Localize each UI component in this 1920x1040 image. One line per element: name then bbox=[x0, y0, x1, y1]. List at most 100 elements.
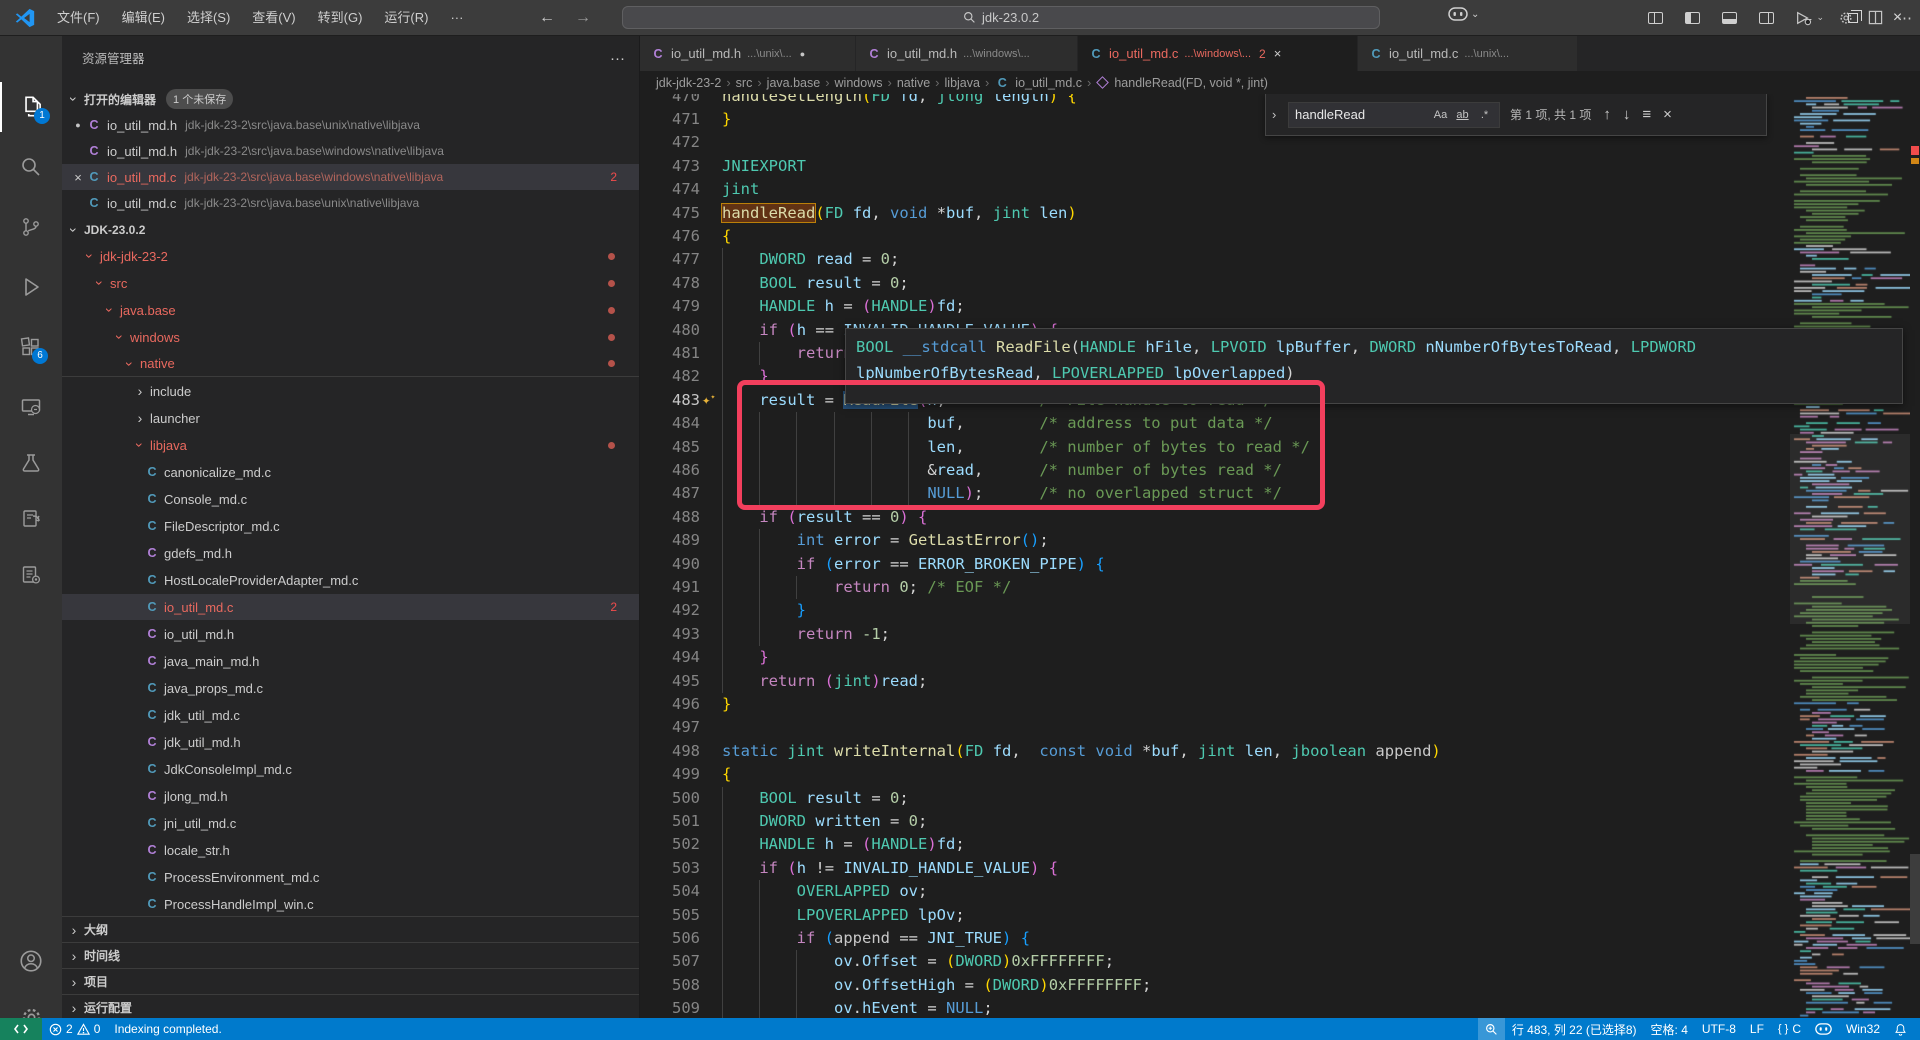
toggle-secondary-sidebar-icon[interactable] bbox=[1759, 12, 1774, 24]
split-editor-icon[interactable] bbox=[1868, 10, 1883, 25]
open-editors-header[interactable]: ›打开的编辑器1 个未保存 bbox=[62, 86, 639, 112]
tree-file-gdefs_md.h[interactable]: Cgdefs_md.h bbox=[62, 540, 639, 566]
activity-item-explorer[interactable]: 1 bbox=[0, 82, 62, 132]
tab-io_util_md.h[interactable]: Cio_util_md.h...\unix\...● bbox=[640, 36, 856, 71]
find-input[interactable]: handleRead Aaab.* bbox=[1288, 102, 1500, 128]
tree-folder-libjava[interactable]: ›libjava bbox=[62, 432, 639, 458]
activity-item-testing[interactable] bbox=[0, 438, 62, 488]
nav-back-icon[interactable]: ← bbox=[532, 0, 562, 35]
tree-file-ProcessEnvironment_md.c[interactable]: CProcessEnvironment_md.c bbox=[62, 864, 639, 890]
activity-item-run-and-debug[interactable] bbox=[0, 262, 62, 312]
tab-io_util_md.c[interactable]: Cio_util_md.c...\windows\...2× bbox=[1078, 36, 1358, 71]
regex-icon[interactable]: .* bbox=[1474, 105, 1495, 125]
section-项目[interactable]: ›项目 bbox=[62, 968, 639, 994]
breadcrumb[interactable]: jdk-jdk-23-2›src›java.base›windows›nativ… bbox=[640, 71, 1920, 94]
copilot-status[interactable] bbox=[1808, 1018, 1839, 1040]
tree-folder-java.base[interactable]: ›java.base bbox=[62, 297, 639, 323]
tree-file-jdk_util_md.h[interactable]: Cjdk_util_md.h bbox=[62, 729, 639, 755]
menu-item-V[interactable]: 查看(V) bbox=[241, 5, 306, 31]
remote-indicator[interactable] bbox=[0, 1018, 42, 1040]
breadcrumb-item[interactable]: libjava bbox=[945, 76, 980, 90]
section-运行配置[interactable]: ›运行配置 bbox=[62, 994, 639, 1018]
activity-item-account[interactable] bbox=[0, 936, 62, 986]
menu-item-F[interactable]: 文件(F) bbox=[46, 5, 111, 31]
copilot-sparkle-icon[interactable]: ✦✦ bbox=[702, 390, 715, 408]
platform[interactable]: Win32 bbox=[1839, 1018, 1887, 1040]
tree-file-jni_util_md.c[interactable]: Cjni_util_md.c bbox=[62, 810, 639, 836]
workspace-header[interactable]: ›JDK-23.0.2 bbox=[62, 217, 639, 243]
menu-item-R[interactable]: 运行(R) bbox=[373, 5, 439, 31]
open-editor-item[interactable]: ×Cio_util_md.cjdk-jdk-23-2\src\java.base… bbox=[62, 164, 639, 190]
tree-file-jlong_md.h[interactable]: Cjlong_md.h bbox=[62, 783, 639, 809]
tree-file-ProcessHandleImpl_win.c[interactable]: CProcessHandleImpl_win.c bbox=[62, 891, 639, 917]
activity-item-source-control[interactable] bbox=[0, 202, 62, 252]
section-大纲[interactable]: ›大纲 bbox=[62, 916, 639, 942]
tree-file-HostLocaleProviderAdapter_md.c[interactable]: CHostLocaleProviderAdapter_md.c bbox=[62, 567, 639, 593]
activity-item-search[interactable] bbox=[0, 142, 62, 192]
nav-forward-icon[interactable]: → bbox=[568, 0, 598, 35]
tree-folder-jdk-jdk-23-2[interactable]: ›jdk-jdk-23-2 bbox=[62, 243, 639, 269]
tree-file-jdk_util_md.c[interactable]: Cjdk_util_md.c bbox=[62, 702, 639, 728]
tree-file-JdkConsoleImpl_md.c[interactable]: CJdkConsoleImpl_md.c bbox=[62, 756, 639, 782]
minimap-slider[interactable] bbox=[1790, 434, 1910, 624]
tree-folder-launcher[interactable]: ›launcher bbox=[62, 405, 639, 431]
breadcrumb-item[interactable]: src bbox=[736, 76, 753, 90]
tab-io_util_md.h[interactable]: Cio_util_md.h...\windows\... bbox=[856, 36, 1078, 71]
chevron-down-icon[interactable]: ⌄ bbox=[1816, 12, 1824, 23]
close-icon[interactable]: × bbox=[70, 170, 86, 185]
command-center-search[interactable]: jdk-23.0.2 bbox=[622, 6, 1380, 29]
find-close-icon[interactable]: × bbox=[1663, 106, 1672, 123]
tree-file-FileDescriptor_md.c[interactable]: CFileDescriptor_md.c bbox=[62, 513, 639, 539]
breadcrumb-item[interactable]: jdk-jdk-23-2 bbox=[656, 76, 721, 90]
tree-folder-src[interactable]: ›src bbox=[62, 270, 639, 296]
settings-gear-icon[interactable] bbox=[1838, 10, 1854, 26]
indentation[interactable]: 空格: 4 bbox=[1644, 1018, 1695, 1040]
problems-status[interactable]: 2 0 bbox=[42, 1018, 107, 1040]
tree-folder-include[interactable]: ›include bbox=[62, 378, 639, 404]
breadcrumb-item[interactable]: windows bbox=[835, 76, 883, 90]
customize-layout-icon[interactable] bbox=[1648, 12, 1663, 24]
find-previous-icon[interactable]: ↑ bbox=[1603, 106, 1611, 123]
eol[interactable]: LF bbox=[1743, 1018, 1771, 1040]
menu-item-[interactable]: ··· bbox=[439, 5, 474, 31]
open-editor-item[interactable]: Cio_util_md.hjdk-jdk-23-2\src\java.base\… bbox=[62, 138, 639, 164]
activity-item-remote-explorer[interactable] bbox=[0, 382, 62, 432]
breadcrumb-item[interactable]: java.base bbox=[767, 76, 821, 90]
tree-file-Console_md.c[interactable]: CConsole_md.c bbox=[62, 486, 639, 512]
menu-item-G[interactable]: 转到(G) bbox=[307, 5, 374, 31]
tree-file-java_main_md.h[interactable]: Cjava_main_md.h bbox=[62, 648, 639, 674]
open-editor-item[interactable]: Cio_util_md.cjdk-jdk-23-2\src\java.base\… bbox=[62, 190, 639, 216]
breadcrumb-symbol[interactable]: handleRead(FD, void *, jint) bbox=[1114, 76, 1268, 90]
encoding[interactable]: UTF-8 bbox=[1695, 1018, 1743, 1040]
breadcrumb-item[interactable]: native bbox=[897, 76, 930, 90]
scrollbar-thumb[interactable] bbox=[1910, 854, 1920, 944]
open-editor-item[interactable]: ●Cio_util_md.hjdk-jdk-23-2\src\java.base… bbox=[62, 112, 639, 138]
code-editor[interactable]: 4704714724734744754764774784794804814824… bbox=[640, 94, 1920, 1018]
run-debug-icon[interactable] bbox=[1794, 10, 1812, 26]
more-actions-icon[interactable]: ⋯ bbox=[1897, 9, 1912, 27]
whole-word-icon[interactable]: ab bbox=[1452, 105, 1473, 125]
sidebar-more-actions-icon[interactable]: ··· bbox=[610, 44, 625, 74]
notifications-bell[interactable] bbox=[1887, 1018, 1914, 1040]
copilot-menu[interactable]: ⌄ bbox=[1448, 7, 1479, 21]
find-in-selection-icon[interactable]: ≡ bbox=[1642, 106, 1651, 123]
toggle-panel-icon[interactable] bbox=[1722, 12, 1737, 24]
tree-folder-windows[interactable]: ›windows bbox=[62, 324, 639, 350]
menu-item-S[interactable]: 选择(S) bbox=[176, 5, 241, 31]
find-next-icon[interactable]: ↓ bbox=[1623, 106, 1631, 123]
tree-file-io_util_md.c[interactable]: Cio_util_md.c2 bbox=[62, 594, 639, 620]
match-case-icon[interactable]: Aa bbox=[1430, 105, 1451, 125]
language-mode[interactable]: { }C bbox=[1771, 1018, 1808, 1040]
menu-item-E[interactable]: 编辑(E) bbox=[111, 5, 176, 31]
activity-item-live-preview[interactable] bbox=[0, 494, 62, 544]
activity-item-doc-tools[interactable] bbox=[0, 550, 62, 600]
toggle-replace-icon[interactable]: › bbox=[1272, 107, 1286, 122]
zoom-status-icon[interactable] bbox=[1478, 1018, 1505, 1040]
tree-folder-native[interactable]: ›native bbox=[62, 351, 639, 377]
tree-file-java_props_md.c[interactable]: Cjava_props_md.c bbox=[62, 675, 639, 701]
section-时间线[interactable]: ›时间线 bbox=[62, 942, 639, 968]
tab-close-icon[interactable]: × bbox=[1274, 46, 1282, 61]
cursor-position[interactable]: 行 483, 列 22 (已选择8) bbox=[1505, 1018, 1644, 1040]
tree-file-canonicalize_md.c[interactable]: Ccanonicalize_md.c bbox=[62, 459, 639, 485]
breadcrumb-file[interactable]: io_util_md.c bbox=[1015, 76, 1082, 90]
